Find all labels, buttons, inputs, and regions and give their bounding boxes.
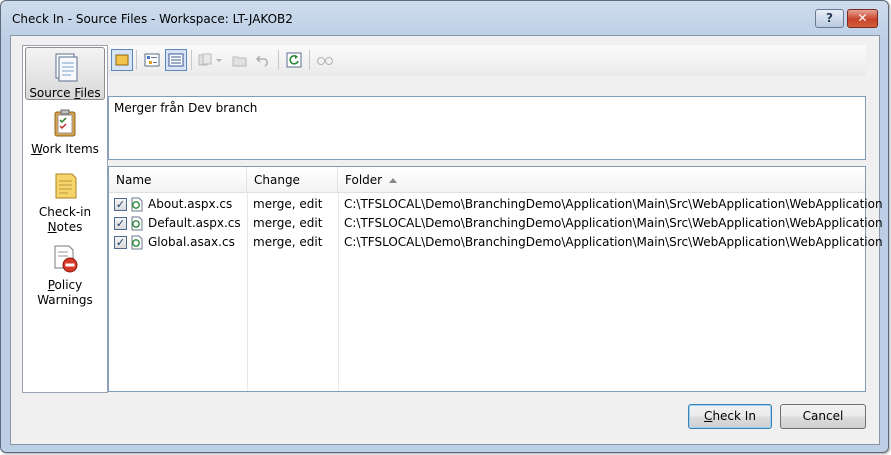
cancel-button[interactable]: Cancel [780,404,866,429]
work-items-icon [54,109,76,137]
channel-nav: Source Files Work Items Check-in Notes P… [22,45,108,393]
list-view-button[interactable] [165,49,187,71]
comment-textarea[interactable]: Merger från Dev branch [108,96,866,160]
checkin-notes-icon [55,173,77,199]
undo-button[interactable] [252,49,274,71]
undo-icon [256,54,268,67]
comment-toggle-button[interactable] [111,49,133,71]
include-checkbox[interactable]: ✓ [114,217,127,230]
tree-view-icon [144,53,160,67]
toolbar-separator [191,50,192,70]
check-in-dialog: Check In - Source Files - Workspace: LT-… [0,0,889,453]
policy-warnings-icon [54,245,78,273]
nav-item-work-items[interactable]: Work Items [25,108,105,158]
table-row[interactable]: ✓ About.aspx.cs merge, edit C:\TFSLOCAL\… [109,195,883,214]
toolbar [108,45,866,76]
include-checkbox[interactable]: ✓ [114,236,127,249]
column-header-folder[interactable]: Folder [338,167,638,193]
list-view-icon [168,53,184,67]
nav-item-checkin-notes[interactable]: Check-in Notes [25,171,105,234]
nav-label-line1: Check-in [38,205,92,219]
pending-changes-list[interactable]: Name Change Folder ✓ About.aspx.cs merge… [108,166,883,392]
folder-path: C:\TFSLOCAL\Demo\BranchingDemo\Applicati… [344,235,883,249]
nav-item-policy-warnings[interactable]: Policy Warnings [25,244,105,307]
change-type: merge, edit [253,197,323,211]
nav-label: Source Files [29,86,101,100]
csharp-file-icon [131,216,143,231]
nav-item-source-files[interactable]: Source Files [25,47,105,100]
compare-icon [198,53,222,66]
nav-label-line1: Policy [47,278,83,292]
nav-label: Work Items [31,142,99,156]
refresh-icon [286,52,302,68]
change-type: merge, edit [253,216,323,230]
folder-open-icon [232,56,247,66]
title-bar[interactable]: Check In - Source Files - Workspace: LT-… [1,1,888,35]
refresh-button[interactable] [283,49,305,71]
nav-label-line2: Warnings [37,293,93,307]
open-folder-button[interactable] [229,49,251,71]
window-title: Check In - Source Files - Workspace: LT-… [12,12,293,26]
glasses-icon [317,57,333,65]
check-in-button[interactable]: Check In [688,404,772,429]
comment-note-icon [115,54,129,66]
column-header-change[interactable]: Change [247,167,338,193]
table-row[interactable]: ✓ Global.asax.cs merge, edit C:\TFSLOCAL… [109,233,883,252]
tree-view-button[interactable] [141,49,163,71]
folder-path: C:\TFSLOCAL\Demo\BranchingDemo\Applicati… [344,216,883,230]
close-button[interactable]: ✕ [847,9,878,28]
folder-path: C:\TFSLOCAL\Demo\BranchingDemo\Applicati… [344,197,883,211]
compare-button[interactable] [196,49,226,71]
change-type: merge, edit [253,235,323,249]
column-header-name[interactable]: Name [109,167,247,193]
dialog-client-area: Source Files Work Items Check-in Notes P… [10,35,883,445]
help-button[interactable]: ? [815,9,844,28]
nav-label-line2: Notes [47,220,83,234]
file-name: About.aspx.cs [148,197,233,211]
csharp-file-icon [131,197,143,212]
sort-ascending-icon [389,178,398,183]
csharp-file-icon [131,235,143,250]
list-header: Name Change Folder [109,167,865,193]
toolbar-separator [309,50,310,70]
file-name: Default.aspx.cs [148,216,241,230]
file-name: Global.asax.cs [148,235,235,249]
source-files-icon [55,53,78,82]
toolbar-separator [136,50,137,70]
toolbar-separator [278,50,279,70]
include-checkbox[interactable]: ✓ [114,198,127,211]
shelve-button[interactable] [314,49,336,71]
table-row[interactable]: ✓ Default.aspx.cs merge, edit C:\TFSLOCA… [109,214,883,233]
